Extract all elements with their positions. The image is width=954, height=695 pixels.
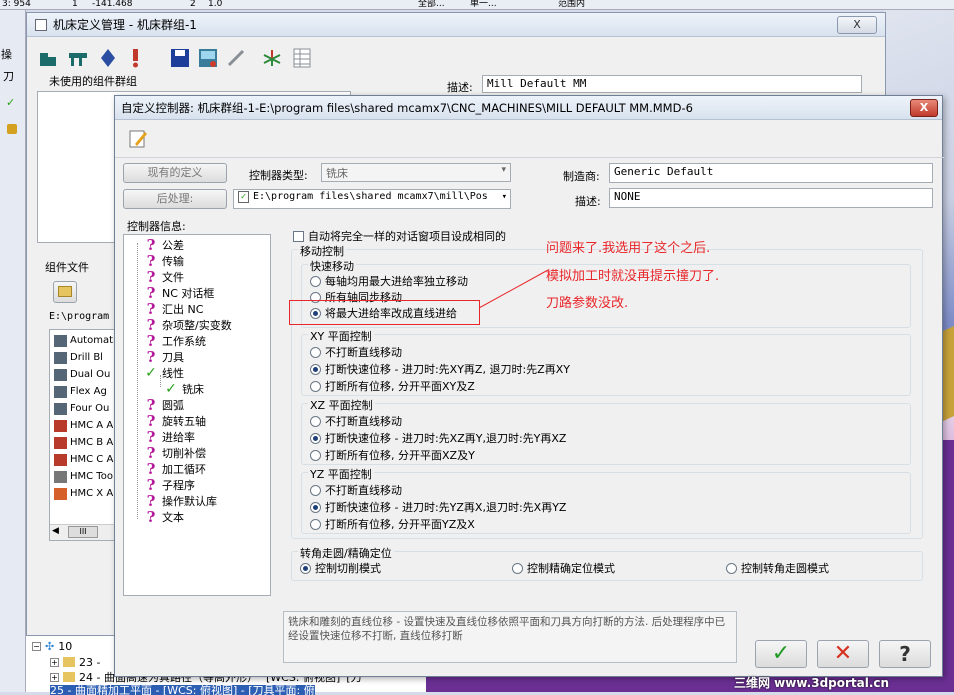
annotation-pointer-line [478,269,549,309]
watermark: 三维网 www.3dportal.cn [734,676,890,690]
annotation-line-2: 模拟加工时就没再提示撞刀了. [546,269,720,284]
annotation-line-1: 问题来了.我选用了这个之后. [546,241,711,256]
annotation-line-3: 刀路参数没改. [546,296,629,311]
